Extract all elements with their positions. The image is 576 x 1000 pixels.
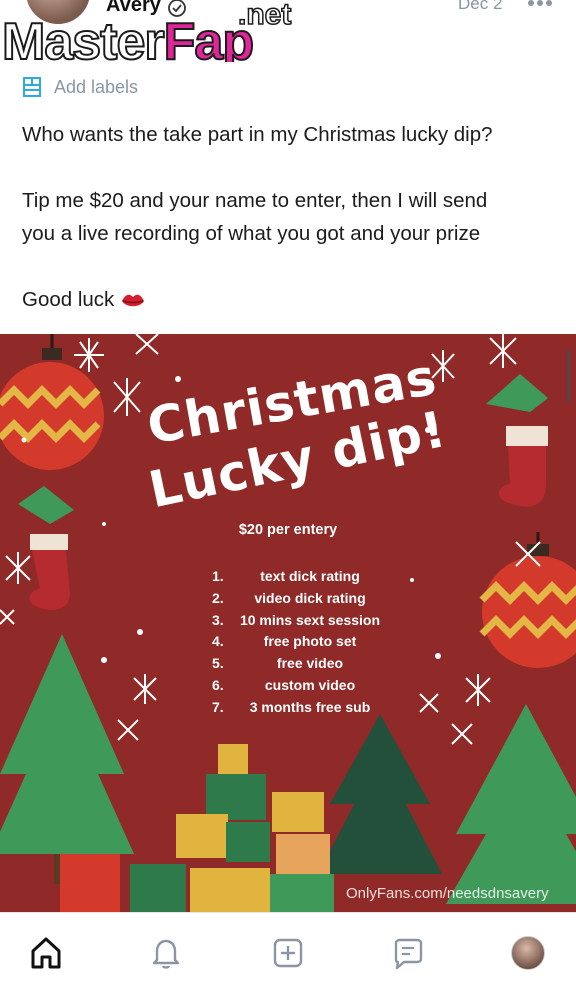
nav-home[interactable] — [26, 933, 66, 973]
media-watermark: OnlyFans.com/needsdnsavery — [346, 885, 549, 902]
post-body: Who wants the take part in my Christmas … — [22, 118, 556, 316]
list-item: 1. text dick rating — [212, 568, 360, 584]
add-labels-text: Add labels — [54, 76, 139, 97]
chat-icon — [394, 938, 423, 970]
watermark-main-text: Master — [1, 13, 166, 62]
plus-square-icon — [273, 938, 303, 968]
flyer-price: $20 per entery — [0, 522, 576, 538]
bottom-nav-bar — [0, 912, 576, 1000]
list-item: 3. 10 mins sext session — [212, 611, 381, 628]
home-icon — [31, 937, 61, 969]
watermark-suffix-text: .net — [237, 0, 292, 32]
nav-profile[interactable] — [508, 933, 548, 973]
bell-icon — [152, 939, 180, 969]
post-date: Dec 2 — [458, 0, 503, 13]
prize-list: 1. text dick rating 2. video dick rating 3… — [212, 566, 382, 719]
post-line: you a live recording of what you got and… — [22, 222, 481, 245]
post-header: Avery Dec 2 MasterFap .net — [0, 0, 576, 62]
nav-notifications[interactable] — [146, 933, 186, 973]
nav-new-post[interactable] — [268, 933, 308, 973]
lips-emoji-icon — [122, 294, 145, 306]
post-line: Tip me $20 and your name to enter, then … — [22, 189, 488, 212]
more-options-icon[interactable] — [527, 0, 553, 10]
profile-avatar — [511, 936, 545, 970]
post-line: Good luck — [22, 288, 115, 311]
scroll-indicator — [567, 350, 570, 402]
list-item: 6. custom video — [212, 676, 356, 693]
list-item: 7. 3 months free sub — [212, 698, 371, 715]
label-icon — [23, 77, 41, 97]
add-labels-button[interactable]: Add labels — [22, 74, 138, 100]
list-item: 4. free photo set — [212, 633, 357, 650]
list-item: 5. free video — [212, 655, 344, 672]
nav-messages[interactable] — [388, 933, 428, 973]
post-line: Who wants the take part in my Christmas … — [22, 123, 493, 146]
price-text: $20 per entery — [238, 522, 338, 538]
list-item: 2. video dick rating — [212, 589, 366, 606]
